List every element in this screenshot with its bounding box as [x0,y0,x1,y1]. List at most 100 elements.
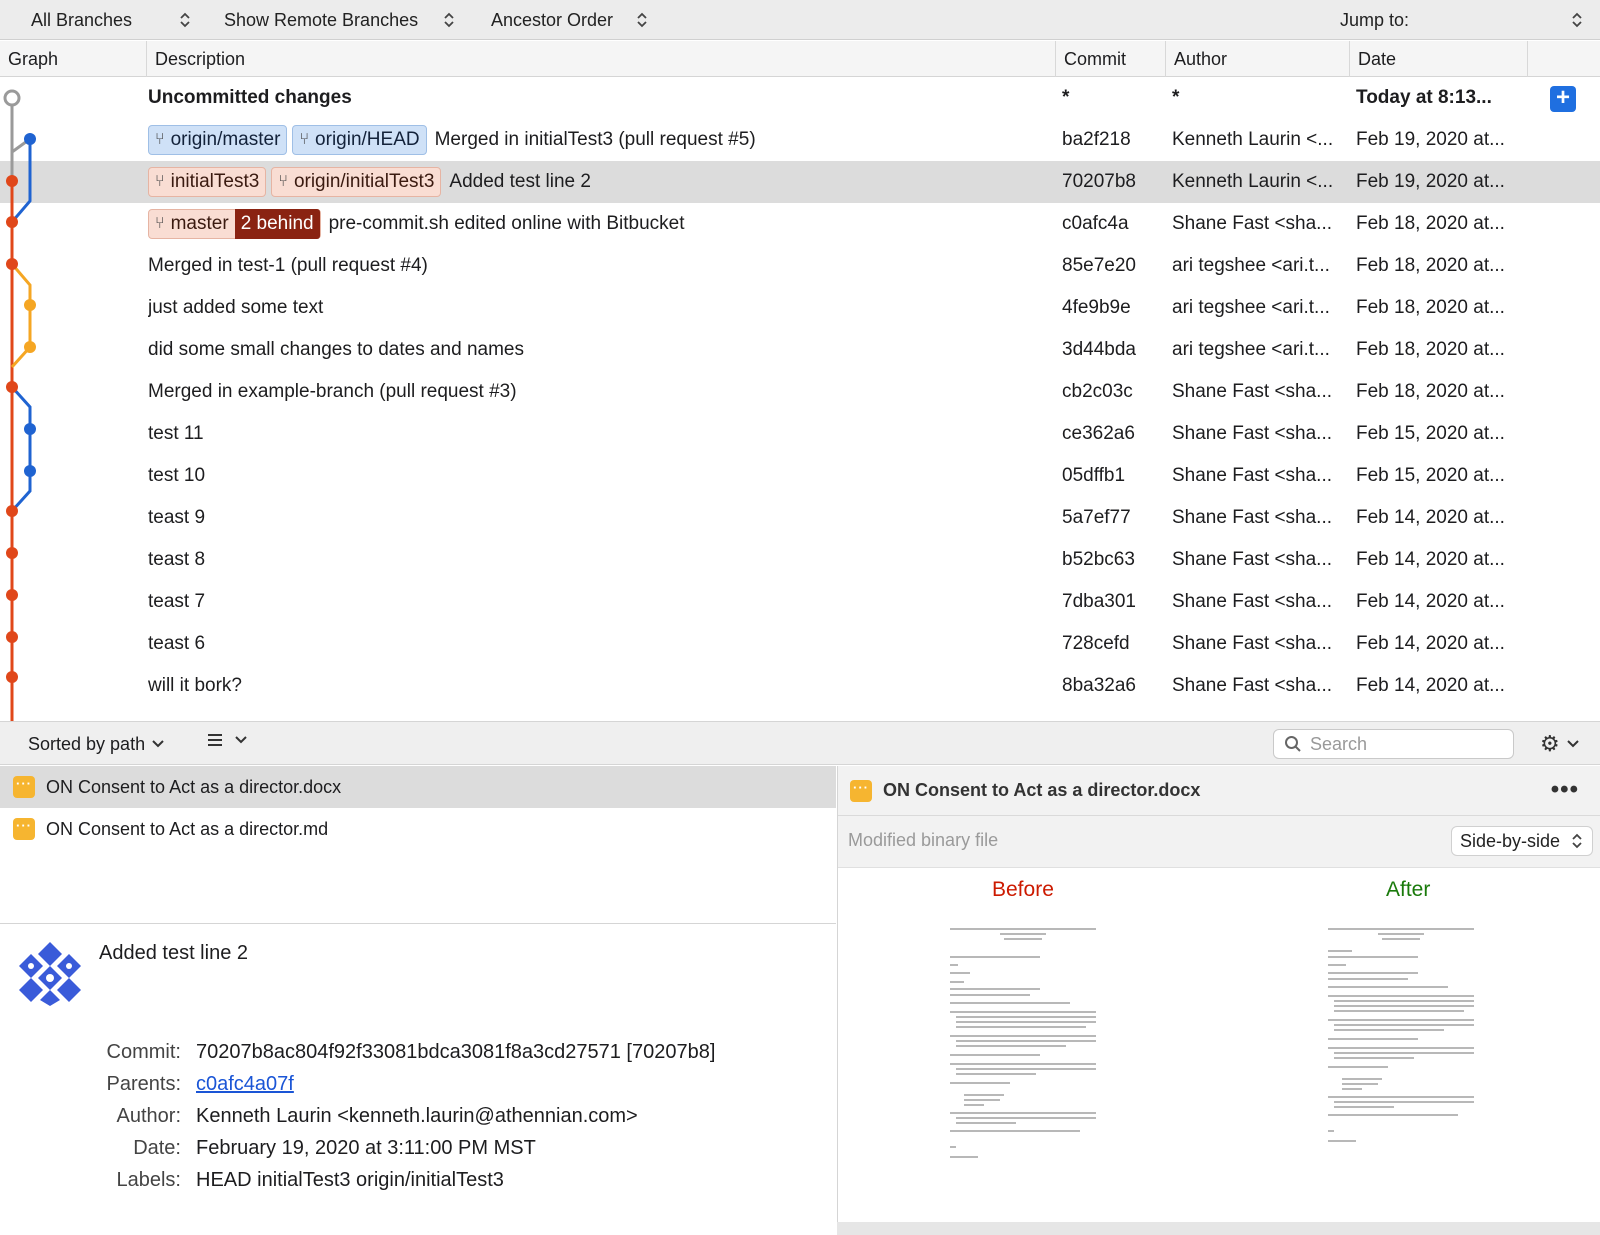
column-author[interactable]: Author [1166,41,1350,77]
commit-row[interactable]: test 10 05dffb1 Shane Fast <sha... Feb 1… [0,455,1600,497]
sort-label: Sorted by path [28,734,146,754]
commit-description: teast 6 [148,633,206,654]
graph-node [6,175,18,187]
graph-node [6,631,18,643]
more-options-icon[interactable]: ••• [1551,776,1579,804]
commit-description: will it bork? [148,675,242,696]
graph-node [24,133,36,145]
diff-scrollbar[interactable] [837,1222,1600,1235]
commit-hash: ba2f218 [1062,129,1131,150]
sort-menu[interactable]: Sorted by path [28,731,165,757]
commit-author: Shane Fast <sha... [1172,381,1333,402]
date-label: Date: [133,1137,181,1159]
parents-link[interactable]: c0afc4a07f [196,1068,294,1100]
commit-row[interactable]: Uncommitted changes * * Today at 8:13... [0,77,1600,119]
gear-icon: ⚙ [1540,731,1560,756]
commit-date: Today at 8:13... [1356,87,1492,108]
before-label: Before [992,878,1054,901]
branches-filter-select[interactable]: All Branches [31,7,192,33]
view-mode-select[interactable]: Side-by-side [1450,826,1593,856]
after-label: After [1386,878,1431,901]
jump-to-select[interactable]: Jump to: [1340,7,1590,33]
commit-author: Kenneth Laurin <... [1172,171,1334,192]
column-description[interactable]: Description [147,41,1056,77]
column-date[interactable]: Date [1350,41,1528,77]
commit-details: Added test line 2 Commit: 70207b8ac804f92… [0,925,836,1235]
graph-node [6,381,18,393]
commit-description: just added some text [148,297,324,318]
commit-hash: 4fe9b9e [1062,297,1131,318]
file-row-selected[interactable]: ··· ON Consent to Act as a director.docx [0,766,836,808]
before-document-preview [950,924,1100,1160]
commit-date: Feb 14, 2020 at... [1356,591,1505,612]
commit-row[interactable]: ⑂ master 2 behind pre-commit.sh edited onl… [0,203,1600,245]
updown-chevron-icon [1572,12,1582,28]
commit-row[interactable]: did some small changes to dates and name… [0,329,1600,371]
commit-date: Feb 14, 2020 at... [1356,549,1505,570]
view-mode-menu[interactable] [206,731,248,749]
branch-icon: ⑂ [155,131,165,148]
commit-row[interactable]: teast 8 b52bc63 Shane Fast <sha... Feb 1… [0,539,1600,581]
commit-metadata: Commit: 70207b8ac804f92f33081bdca3081f8a3… [0,1036,836,1196]
commit-row[interactable]: ⑂ origin/master ⑂ origin/HEAD Merged in in… [0,119,1600,161]
branch-label-text: origin/HEAD [315,129,420,150]
commit-row[interactable]: teast 6 728cefd Shane Fast <sha... Feb 1… [0,623,1600,665]
diff-header: ··· ON Consent to Act as a director.docx… [838,766,1600,816]
commit-row[interactable]: Merged in test-1 (pull request #4) 85e7e… [0,245,1600,287]
changed-files-list: ··· ON Consent to Act as a director.docx… [0,766,836,924]
add-icon[interactable]: + [1550,86,1576,112]
commit-description: test 10 [148,465,206,486]
commit-subject: Added test line 2 [99,942,248,964]
commit-row[interactable]: teast 7 7dba301 Shane Fast <sha... Feb 1… [0,581,1600,623]
author-label: Author: [116,1105,181,1127]
list-icon [208,734,222,746]
commit-author: Shane Fast <sha... [1172,633,1333,654]
search-input[interactable]: Search [1273,729,1514,759]
commit-row[interactable]: just added some text 4fe9b9e ari tegshee… [0,287,1600,329]
branch-label-origin-master[interactable]: ⑂ origin/master [148,125,288,155]
commit-row-selected[interactable]: ⑂ initialTest3 ⑂ origin/initialTest3 Added… [0,161,1600,203]
branch-label-master[interactable]: ⑂ master 2 behind [148,209,321,239]
commit-description: Added test line 2 [449,171,591,192]
commit-date: Feb 14, 2020 at... [1356,675,1505,696]
order-select[interactable]: Ancestor Order [491,7,649,33]
commit-date: Feb 18, 2020 at... [1356,213,1505,234]
file-name: ON Consent to Act as a director.docx [46,776,342,797]
commit-description: teast 7 [148,591,206,612]
diff-subheader: Modified binary file Side-by-side [838,816,1600,868]
commit-hash: 05dffb1 [1062,465,1126,486]
commit-author: Shane Fast <sha... [1172,465,1333,486]
parents-label: Parents: [106,1073,181,1095]
commit-row[interactable]: teast 9 5a7ef77 Shane Fast <sha... Feb 1… [0,497,1600,539]
commit-author: Shane Fast <sha... [1172,507,1333,528]
after-document-preview [1328,924,1478,1160]
commit-description: pre-commit.sh edited online with Bitbuck… [328,213,685,234]
branches-filter-label: All Branches [31,10,133,30]
file-row[interactable]: ··· ON Consent to Act as a director.md [0,808,836,850]
avatar [19,942,81,1006]
search-icon [1285,736,1301,752]
commit-row[interactable]: will it bork? 8ba32a6 Shane Fast <sha...… [0,665,1600,707]
remote-branches-select[interactable]: Show Remote Branches [224,7,456,33]
graph-node [6,505,18,517]
commit-row[interactable]: test 11 ce362a6 Shane Fast <sha... Feb 1… [0,413,1600,455]
commit-row[interactable]: Merged in example-branch (pull request #… [0,371,1600,413]
branch-label-origin-head[interactable]: ⑂ origin/HEAD [292,125,427,155]
commit-hash: 3d44bda [1062,339,1136,360]
settings-menu[interactable]: ⚙ [1540,731,1580,757]
column-graph[interactable]: Graph [0,41,147,77]
commit-date: Feb 18, 2020 at... [1356,339,1505,360]
column-commit[interactable]: Commit [1056,41,1166,77]
graph-node [24,299,36,311]
commit-hash: ce362a6 [1062,423,1135,444]
modified-file-icon: ··· [850,779,872,802]
chevron-down-icon [152,740,164,748]
commit-description: Uncommitted changes [148,87,352,108]
branch-label-origin-initialtest3[interactable]: ⑂ origin/initialTest3 [271,167,442,197]
commit-author: Shane Fast <sha... [1172,423,1333,444]
commit-author: Shane Fast <sha... [1172,591,1333,612]
branch-label-initialtest3[interactable]: ⑂ initialTest3 [148,167,267,197]
branch-label-text: initialTest3 [170,171,260,192]
graph-node [6,547,18,559]
commit-author: ari tegshee <ari.t... [1172,297,1330,318]
